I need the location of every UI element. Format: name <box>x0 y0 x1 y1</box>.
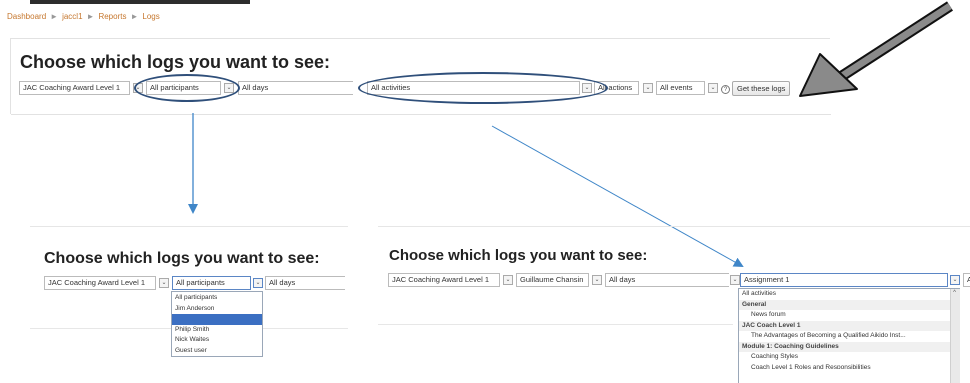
participant-option[interactable]: Philip Smith <box>172 325 262 336</box>
zoom-right-participant-select[interactable]: Guillaume Chansin <box>516 273 589 287</box>
zoom-left-days-select[interactable]: All days <box>265 276 345 290</box>
chevron-down-icon: ⌄ <box>730 275 740 285</box>
chevron-down-icon: ⌄ <box>592 275 602 285</box>
zoom-left-participants-select[interactable]: All participants <box>172 276 251 290</box>
zoom-left-participants-value: All participants <box>176 278 225 287</box>
activity-option[interactable]: Coach Level 1 Roles and Responsibilities <box>739 363 959 369</box>
activity-option[interactable]: The Advantages of Becoming a Qualified A… <box>739 331 959 342</box>
zoom-right-title: Choose which logs you want to see: <box>389 247 648 264</box>
chevron-down-icon: ⌄ <box>159 278 169 288</box>
pointer-arrow-icon <box>799 1 953 97</box>
chevron-down-icon: ⌄ <box>503 275 513 285</box>
zoom-right-course-select[interactable]: JAC Coaching Award Level 1 <box>388 273 500 287</box>
scroll-up-icon[interactable]: ^ <box>951 290 958 296</box>
zoom-right-actions-select[interactable]: A <box>963 273 970 287</box>
divider <box>378 324 733 325</box>
participant-option-highlighted[interactable] <box>172 314 262 325</box>
chevron-down-icon: ⌄ <box>950 275 960 285</box>
activity-option[interactable]: All activities <box>739 289 959 300</box>
zoom-left-course-value: JAC Coaching Award Level 1 <box>48 278 146 287</box>
zoom-left-course-select[interactable]: JAC Coaching Award Level 1 <box>44 276 156 290</box>
zoom-right-activity-value: Assignment 1 <box>744 275 790 284</box>
zoom-right-days-select[interactable]: All days <box>605 273 729 287</box>
zoom-left-title: Choose which logs you want to see: <box>44 250 320 267</box>
activity-group-label: General <box>739 299 959 310</box>
zoom-right-activity-select[interactable]: Assignment 1 <box>740 273 948 287</box>
participant-option[interactable]: Nick Waites <box>172 335 262 346</box>
participant-option[interactable]: All participants <box>172 293 262 304</box>
zoom-right-course-value: JAC Coaching Award Level 1 <box>392 275 490 284</box>
activities-list-scrollbar[interactable] <box>950 289 960 383</box>
zoom-right-participant-value: Guillaume Chansin <box>520 275 584 284</box>
participant-option[interactable]: Guest user <box>172 346 262 357</box>
activity-group-label: Module 1: Coaching Guidelines <box>739 341 959 352</box>
activities-dropdown-list: All activities General News forum JAC Co… <box>738 288 960 383</box>
participant-option[interactable]: Jim Anderson <box>172 304 262 315</box>
chevron-down-icon: ⌄ <box>253 278 263 288</box>
activity-group-label: JAC Coach Level 1 <box>739 320 959 331</box>
activity-option[interactable]: Coaching Styles <box>739 352 959 363</box>
zoom-right-days-value: All days <box>609 275 636 284</box>
zoom-left-days-value: All days <box>269 278 296 287</box>
activity-option[interactable]: News forum <box>739 310 959 321</box>
participants-dropdown-list: All participants Jim Anderson Philip Smi… <box>171 291 263 357</box>
